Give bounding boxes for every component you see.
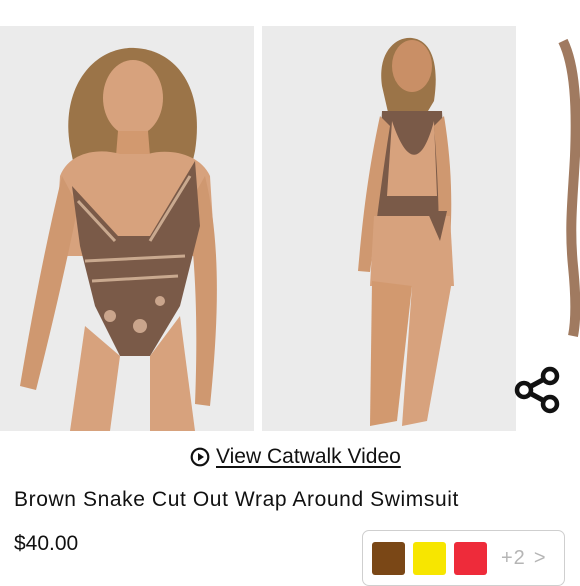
model-back-illustration (262, 26, 516, 431)
product-price: $40.00 (14, 532, 79, 555)
color-swatch-yellow[interactable] (413, 541, 446, 575)
video-link-label: View Catwalk Video (216, 445, 401, 468)
product-image-gallery[interactable] (0, 0, 580, 432)
product-photo-front[interactable] (0, 26, 254, 431)
model-front-illustration (0, 26, 254, 431)
more-colors-count: +2 (501, 546, 526, 569)
color-swatch-brown[interactable] (372, 541, 405, 575)
share-button[interactable] (512, 366, 564, 414)
color-swatch-red[interactable] (454, 541, 487, 575)
product-title: Brown Snake Cut Out Wrap Around Swimsuit (14, 488, 459, 511)
color-swatch-selector[interactable]: +2 > (362, 530, 565, 586)
more-colors-button[interactable]: +2 > (501, 547, 547, 570)
play-circle-icon (190, 447, 210, 467)
product-photo-back[interactable] (262, 26, 516, 431)
chevron-right-icon: > (533, 546, 547, 569)
view-catwalk-video-link[interactable]: View Catwalk Video (190, 442, 401, 472)
share-icon (514, 366, 560, 414)
